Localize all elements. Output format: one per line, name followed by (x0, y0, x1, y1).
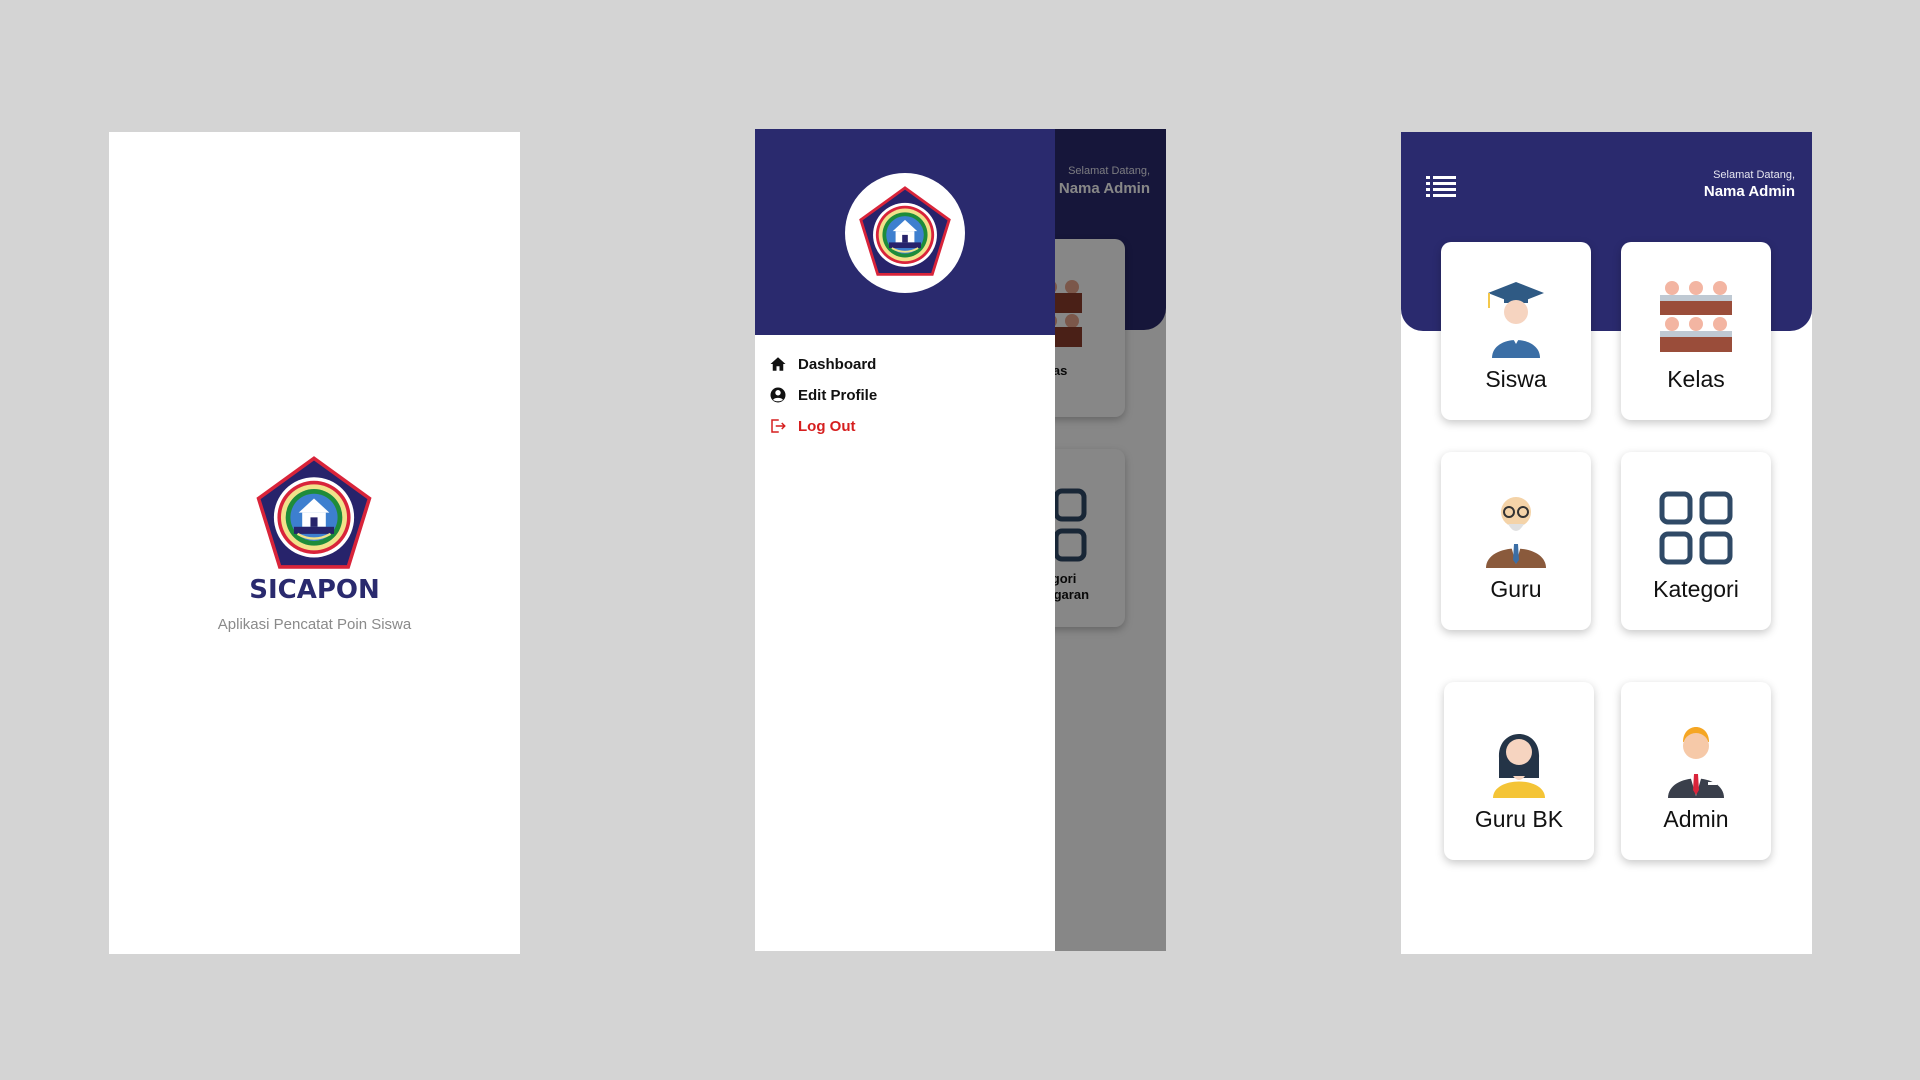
card-kategori[interactable]: Kategori (1621, 452, 1771, 630)
school-logo-icon (859, 186, 951, 276)
splash-screen: SICAPON Aplikasi Pencatat Poin Siswa (109, 132, 520, 954)
classroom-icon (1660, 281, 1732, 352)
drawer-screen: Selamat Datang, Nama Admin Kelas Kategor… (755, 129, 1166, 951)
card-label: Kelas (1667, 366, 1725, 392)
welcome-text: Selamat Datang, (1713, 169, 1795, 181)
card-label: Guru BK (1474, 806, 1564, 832)
admin-icon (1668, 727, 1724, 798)
card-siswa[interactable]: Siswa (1441, 242, 1591, 420)
dashboard-screen: Selamat Datang, Nama Admin Siswa Kelas G… (1401, 132, 1812, 954)
user-circle-icon (770, 387, 786, 403)
card-kelas[interactable]: Kelas (1621, 242, 1771, 420)
app-subtitle: Aplikasi Pencatat Poin Siswa (217, 616, 412, 633)
drawer-logo-circle (845, 173, 965, 293)
card-guru-bk[interactable]: Guru BK (1444, 682, 1594, 860)
app-title: SICAPON (249, 575, 380, 605)
counselor-icon (1493, 734, 1545, 798)
logout-icon (771, 419, 786, 433)
home-icon (770, 357, 786, 371)
navigation-drawer: Dashboard Edit Profile Log Out (755, 129, 1055, 951)
card-admin[interactable]: Admin (1621, 682, 1771, 860)
student-icon (1488, 282, 1544, 358)
menu-item-label: Edit Profile (798, 386, 878, 404)
card-label: Kategori (1653, 576, 1739, 602)
menu-item-dashboard[interactable]: Dashboard (769, 352, 876, 376)
menu-item-label: Log Out (798, 417, 856, 435)
teacher-icon (1486, 497, 1546, 568)
card-guru[interactable]: Guru (1441, 452, 1591, 630)
card-label: Guru (1490, 576, 1542, 602)
drawer-header (755, 129, 1055, 335)
menu-item-log-out[interactable]: Log Out (769, 414, 855, 438)
card-label: Admin (1663, 806, 1729, 832)
menu-list-icon[interactable] (1426, 174, 1456, 198)
school-logo-icon (256, 456, 372, 569)
menu-item-label: Dashboard (798, 355, 877, 373)
grid-icon (1659, 491, 1733, 565)
menu-item-edit-profile[interactable]: Edit Profile (769, 383, 877, 407)
card-label: Siswa (1485, 366, 1547, 392)
admin-name: Nama Admin (1703, 183, 1795, 200)
